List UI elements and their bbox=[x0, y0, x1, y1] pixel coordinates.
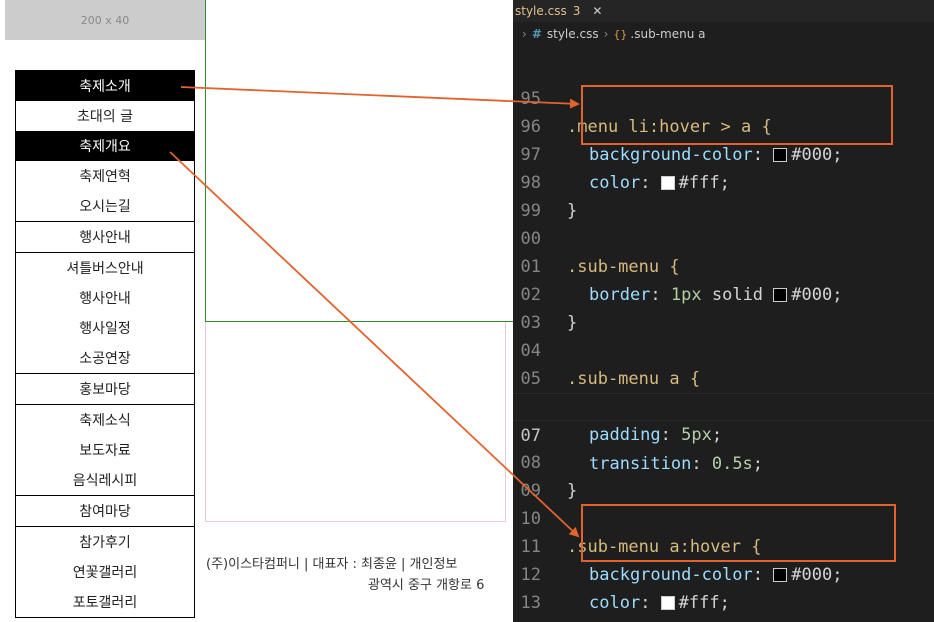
code-line: 14 bbox=[513, 589, 934, 622]
code-line: 01 border: 1px solid #000; bbox=[513, 225, 934, 305]
code-line: 96 background-color: #000; bbox=[513, 85, 934, 165]
code-line: 00 .sub-menu { bbox=[513, 197, 934, 277]
menu-item-reviews[interactable]: 참가후기 bbox=[16, 527, 194, 557]
menu-item-overview[interactable]: 축제개요 bbox=[16, 131, 194, 161]
code-line: 97 color: #fff; bbox=[513, 113, 934, 193]
code-line: 99 bbox=[513, 169, 934, 221]
code-area[interactable]: 95 .menu li:hover > a { 96 background-co… bbox=[513, 57, 934, 622]
breadcrumb-selector[interactable]: .sub-menu a bbox=[630, 27, 705, 41]
breadcrumb-file[interactable]: style.css bbox=[547, 27, 599, 41]
code-line: 10 .sub-menu a:hover { bbox=[513, 477, 934, 557]
footer-address: 광역시 중구 개항로 6 bbox=[368, 578, 485, 593]
menu-item-press[interactable]: 보도자료 bbox=[16, 435, 194, 465]
code-line: 03 bbox=[513, 281, 934, 333]
menu-group-promo-sub: 축제소식 보도자료 음식레시피 bbox=[15, 404, 195, 496]
chevron-right-icon: › bbox=[603, 27, 609, 41]
code-line-current: 07 transition: 0.5s; bbox=[513, 393, 934, 474]
chevron-right-icon: › bbox=[522, 27, 527, 41]
editor-tab-bar: style.css 3 ✕ bbox=[513, 0, 934, 22]
menu-group-events-sub: 셔틀버스안내 행사안내 행사일정 소공연장 bbox=[15, 252, 195, 374]
problem-count-badge: 3 bbox=[572, 4, 581, 18]
code-line: 05 display: block; bbox=[513, 337, 934, 417]
footer-text: (주)이스타컴퍼니 | 대표자 : 최종윤 | 개인정보 bbox=[206, 557, 458, 572]
menu-item-events[interactable]: 행사안내 bbox=[16, 222, 194, 252]
code-line: 02 } bbox=[513, 253, 934, 333]
content-box bbox=[205, 0, 513, 322]
menu-item-shuttle[interactable]: 셔틀버스안내 bbox=[16, 253, 194, 283]
menu-item-history[interactable]: 축제연혁 bbox=[16, 161, 194, 191]
menu-item-directions[interactable]: 오시는길 bbox=[16, 191, 194, 221]
breadcrumb: › # style.css › {} .sub-menu a bbox=[513, 22, 934, 46]
code-line: 13 } bbox=[513, 561, 934, 622]
menu-item-invitation[interactable]: 초대의 글 bbox=[16, 101, 194, 131]
menu-item-schedule[interactable]: 행사일정 bbox=[16, 313, 194, 343]
menu-group-participate: 참여마당 bbox=[15, 495, 195, 527]
menu-item-news[interactable]: 축제소식 bbox=[16, 405, 194, 435]
tab-label: style.css bbox=[515, 4, 567, 18]
code-line: 95 .menu li:hover > a { bbox=[513, 57, 934, 137]
menu-item-lotus-gallery[interactable]: 연꽃갤러리 bbox=[16, 557, 194, 587]
menu-item-photo-gallery[interactable]: 포토갤러리 bbox=[16, 587, 194, 617]
selector-icon: {} bbox=[613, 27, 628, 41]
tab-style-css[interactable]: style.css 3 ✕ bbox=[513, 0, 602, 22]
menu-group-participate-sub: 참가후기 연꽃갤러리 포토갤러리 bbox=[15, 526, 195, 618]
logo-placeholder: 200 x 40 bbox=[5, 0, 205, 40]
menu-item-small-stage[interactable]: 소공연장 bbox=[16, 343, 194, 373]
code-line: 08 } bbox=[513, 421, 934, 501]
menu-item-recipes[interactable]: 음식레시피 bbox=[16, 465, 194, 495]
browser-preview: 200 x 40 축제소개 초대의 글 축제개요 축제연혁 오시는길 행사안내 … bbox=[0, 0, 513, 622]
menu-item-event-info[interactable]: 행사안내 bbox=[16, 283, 194, 313]
content-box-secondary bbox=[205, 322, 506, 522]
line-number: 14 bbox=[513, 617, 541, 622]
menu-item-participate[interactable]: 참여마당 bbox=[16, 496, 194, 526]
menu-item-promo[interactable]: 홍보마당 bbox=[16, 374, 194, 404]
main-menu: 축제소개 초대의 글 축제개요 축제연혁 오시는길 행사안내 셔틀버스안내 행사… bbox=[15, 70, 195, 618]
code-line: 12 color: #fff; bbox=[513, 533, 934, 613]
code-line: 98 } bbox=[513, 141, 934, 221]
close-icon[interactable]: ✕ bbox=[592, 4, 602, 18]
code-line: 11 background-color: #000; bbox=[513, 505, 934, 585]
css-file-icon: # bbox=[531, 27, 542, 41]
menu-group-promo: 홍보마당 bbox=[15, 373, 195, 405]
menu-group-intro: 축제소개 초대의 글 축제개요 축제연혁 오시는길 bbox=[15, 70, 195, 222]
code-line: 09 bbox=[513, 449, 934, 501]
code-line: 04 .sub-menu a { bbox=[513, 309, 934, 389]
menu-item-festival-intro[interactable]: 축제소개 bbox=[16, 71, 194, 101]
code-editor: style.css 3 ✕ › # style.css › {} .sub-me… bbox=[513, 0, 934, 622]
code-line: 06 padding: 5px; bbox=[513, 365, 934, 445]
menu-group-events: 행사안내 bbox=[15, 221, 195, 253]
